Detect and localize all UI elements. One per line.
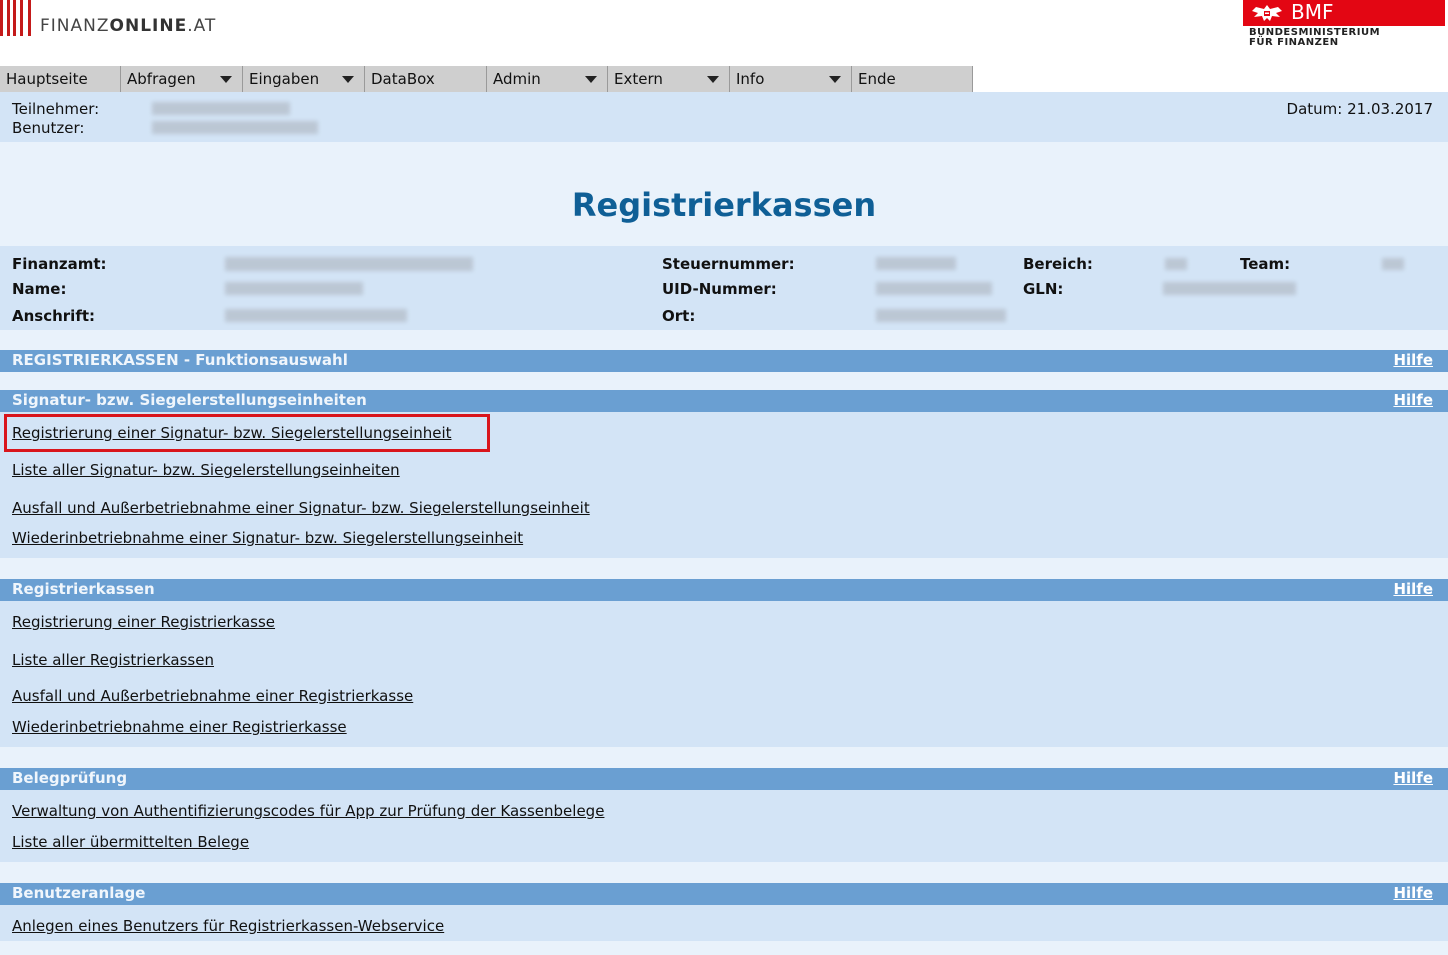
redacted-name bbox=[225, 282, 363, 295]
finanzamt-label: Finanzamt: bbox=[12, 255, 107, 273]
redacted-anschrift bbox=[225, 309, 407, 322]
redacted-finanzamt bbox=[225, 257, 473, 271]
chevron-down-icon bbox=[220, 76, 232, 83]
section-header-benutzeranlage: Benutzeranlage Hilfe bbox=[0, 883, 1448, 905]
section-title: Belegprüfung bbox=[12, 769, 128, 787]
redacted-bereich bbox=[1165, 258, 1187, 270]
bereich-label: Bereich: bbox=[1023, 255, 1093, 273]
section-body-belegpruefung bbox=[0, 790, 1448, 862]
gln-label: GLN: bbox=[1023, 280, 1064, 298]
link-registrierung-kasse[interactable]: Registrierung einer Registrierkasse bbox=[12, 613, 275, 631]
help-link[interactable]: Hilfe bbox=[1393, 391, 1433, 409]
redacted-team bbox=[1382, 258, 1404, 270]
datum: Datum: 21.03.2017 bbox=[1286, 100, 1433, 118]
help-link[interactable]: Hilfe bbox=[1393, 580, 1433, 598]
link-ausfall-kasse[interactable]: Ausfall und Außerbetriebnahme einer Regi… bbox=[12, 687, 413, 705]
benutzer-label: Benutzer: bbox=[12, 119, 85, 137]
chevron-down-icon bbox=[829, 76, 841, 83]
section-title: Benutzeranlage bbox=[12, 884, 146, 902]
redacted-ort bbox=[876, 309, 1006, 322]
taxpayer-info: Finanzamt: Name: Anschrift: Steuernummer… bbox=[0, 246, 1448, 330]
uid-label: UID-Nummer: bbox=[662, 280, 777, 298]
austrian-eagle-icon bbox=[1252, 5, 1282, 21]
main-navigation: Hauptseite Abfragen Eingaben DataBox Adm… bbox=[0, 66, 1448, 93]
nav-databox[interactable]: DataBox bbox=[365, 66, 487, 92]
page-title: Registrierkassen bbox=[571, 186, 877, 224]
section-header-funktionsauswahl: REGISTRIERKASSEN - Funktionsauswahl Hilf… bbox=[0, 350, 1448, 372]
team-label: Team: bbox=[1240, 255, 1291, 273]
link-liste-belege[interactable]: Liste aller übermittelten Belege bbox=[12, 833, 249, 851]
section-header-registrierkassen: Registrierkassen Hilfe bbox=[0, 579, 1448, 601]
link-anlegen-benutzer[interactable]: Anlegen eines Benutzers für Registrierka… bbox=[12, 917, 444, 935]
nav-admin[interactable]: Admin bbox=[487, 66, 608, 92]
link-liste-signatur[interactable]: Liste aller Signatur- bzw. Siegelerstell… bbox=[12, 461, 400, 479]
highlight-box bbox=[4, 414, 490, 452]
link-wiederinbetriebnahme-signatur[interactable]: Wiederinbetriebnahme einer Signatur- bzw… bbox=[12, 529, 523, 547]
chevron-down-icon bbox=[585, 76, 597, 83]
bmf-name: BMF bbox=[1291, 0, 1334, 24]
section-title: Registrierkassen bbox=[12, 580, 155, 598]
section-title: REGISTRIERKASSEN - Funktionsauswahl bbox=[12, 351, 348, 369]
bmf-subtitle: BUNDESMINISTERIUM FÜR FINANZEN bbox=[1249, 27, 1381, 48]
ort-label: Ort: bbox=[662, 307, 696, 325]
section-header-belegpruefung: Belegprüfung Hilfe bbox=[0, 768, 1448, 790]
teilnehmer-label: Teilnehmer: bbox=[12, 100, 100, 118]
name-label: Name: bbox=[12, 280, 67, 298]
redacted-gln bbox=[1163, 282, 1296, 295]
user-info-bar: Teilnehmer: Benutzer: Datum: 21.03.2017 bbox=[0, 92, 1448, 142]
nav-info[interactable]: Info bbox=[730, 66, 852, 92]
redacted-steuernummer bbox=[876, 257, 956, 270]
chevron-down-icon bbox=[707, 76, 719, 83]
help-link[interactable]: Hilfe bbox=[1393, 884, 1433, 902]
help-link[interactable]: Hilfe bbox=[1393, 769, 1433, 787]
link-authentifizierungscodes[interactable]: Verwaltung von Authentifizierungscodes f… bbox=[12, 802, 604, 820]
anschrift-label: Anschrift: bbox=[12, 307, 96, 325]
header: FINANZONLINE.AT BMF BUNDESMINISTERIUM FÜ… bbox=[0, 0, 1448, 66]
steuernummer-label: Steuernummer: bbox=[662, 255, 795, 273]
redacted-uid bbox=[876, 282, 992, 295]
link-wiederinbetriebnahme-kasse[interactable]: Wiederinbetriebnahme einer Registrierkas… bbox=[12, 718, 347, 736]
nav-extern[interactable]: Extern bbox=[608, 66, 730, 92]
nav-abfragen[interactable]: Abfragen bbox=[121, 66, 243, 92]
link-ausfall-signatur[interactable]: Ausfall und Außerbetriebnahme einer Sign… bbox=[12, 499, 590, 517]
help-link[interactable]: Hilfe bbox=[1393, 351, 1433, 369]
section-header-signatur: Signatur- bzw. Siegelerstellungseinheite… bbox=[0, 390, 1448, 412]
nav-hauptseite[interactable]: Hauptseite bbox=[0, 66, 121, 92]
link-liste-kassen[interactable]: Liste aller Registrierkassen bbox=[12, 651, 214, 669]
bmf-logo-banner: BMF bbox=[1243, 0, 1445, 26]
redacted-teilnehmer bbox=[152, 102, 290, 115]
redacted-benutzer bbox=[152, 121, 318, 134]
finanzonline-logo-bars-icon bbox=[0, 0, 36, 36]
nav-ende[interactable]: Ende bbox=[852, 66, 973, 92]
nav-eingaben[interactable]: Eingaben bbox=[243, 66, 365, 92]
bmf-logo[interactable]: BMF BUNDESMINISTERIUM FÜR FINANZEN bbox=[1243, 0, 1445, 50]
chevron-down-icon bbox=[342, 76, 354, 83]
section-title: Signatur- bzw. Siegelerstellungseinheite… bbox=[12, 391, 367, 409]
finanzonline-logo-text: FINANZONLINE.AT bbox=[40, 16, 217, 36]
